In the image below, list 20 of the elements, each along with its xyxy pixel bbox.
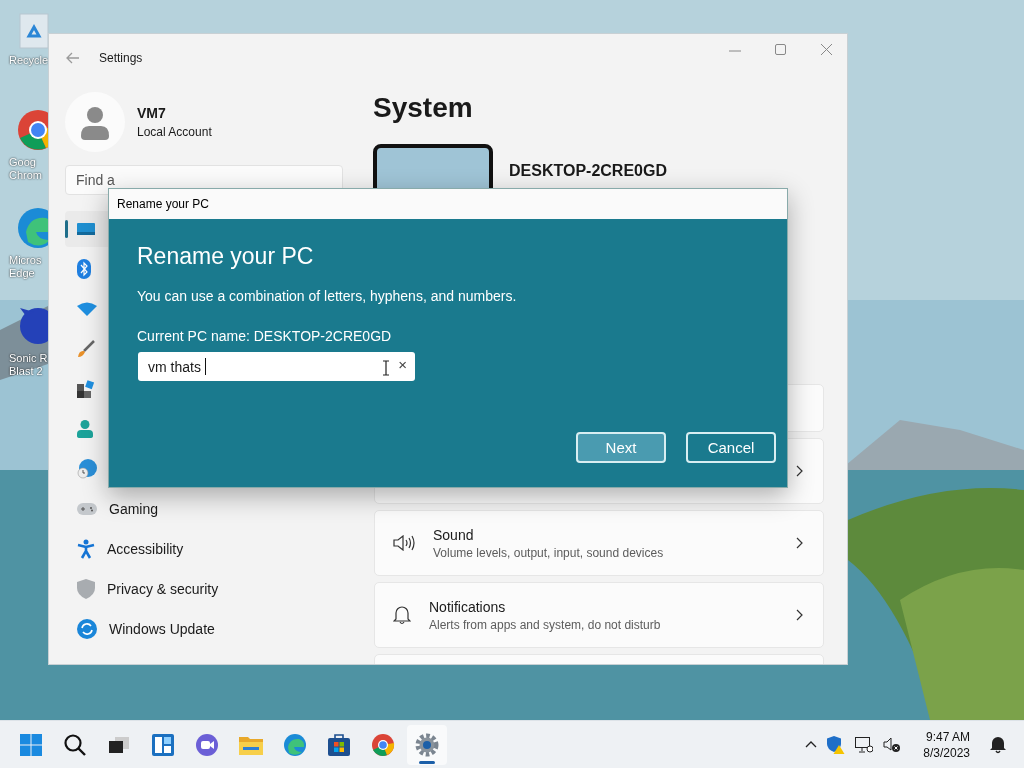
card-title: Sound	[433, 526, 475, 543]
dialog-title: Rename your PC	[117, 197, 210, 211]
dialog-heading: Rename your PC	[137, 243, 314, 270]
icon-label: Recycle	[9, 54, 49, 67]
icon-label: Micros	[9, 254, 42, 267]
window-title: Settings	[99, 51, 143, 65]
card-description: Volume levels, output, input, sound devices	[433, 545, 664, 560]
user-name: VM7	[137, 105, 167, 121]
page-heading: System	[373, 92, 474, 124]
card-title: Notifications	[429, 598, 507, 615]
device-name: DESKTOP-2CRE0GD	[509, 162, 667, 180]
icon-label: Sonic R	[9, 352, 48, 365]
current-name-label: Current PC name: DESKTOP-2CRE0GD	[137, 328, 392, 344]
icon-label: Edge	[9, 267, 35, 280]
dialog-text: You can use a combination of letters, hyphens, and numbers.	[137, 288, 517, 304]
account-type: Local Account	[137, 125, 212, 139]
icon-label: Blast 2	[9, 365, 43, 378]
card-description: Alerts from apps and system, do not disturb	[429, 617, 661, 632]
icon-label: Chrom	[9, 169, 42, 182]
icon-label: Goog	[9, 156, 36, 169]
